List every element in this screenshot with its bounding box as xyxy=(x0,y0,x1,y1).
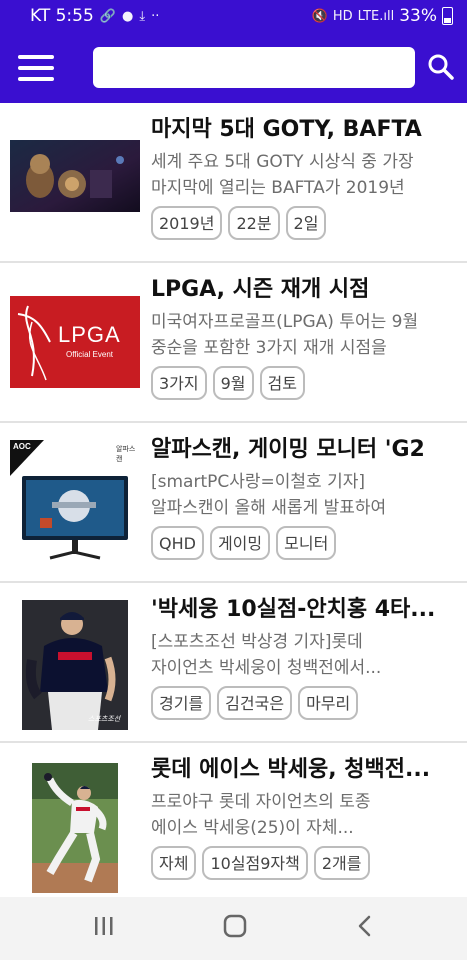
article-title[interactable]: LPGA, 시즌 재개 시점 xyxy=(151,275,456,305)
description-line: [smartPC사랑=이철호 기자] xyxy=(151,472,366,492)
tag-chip[interactable]: 마무리 xyxy=(298,686,359,720)
tag-chip[interactable]: 2019년 xyxy=(151,206,223,240)
search-input[interactable] xyxy=(93,47,415,88)
talk-icon: ● xyxy=(121,8,134,24)
battery-icon xyxy=(442,7,453,25)
description-line: 에이스 박세웅(25)이 자체... xyxy=(151,818,354,838)
tag-chip[interactable]: 9월 xyxy=(212,366,254,400)
lpga-logo-text: LPGA xyxy=(58,322,121,347)
gaming-monitor-thumbnail: AOC 알파스캔 xyxy=(10,440,140,570)
list-item[interactable]: 롯데 에이스 박세웅, 청백전... 프로야구 롯데 자이언츠의 토종 에이스 … xyxy=(0,743,467,903)
search-icon[interactable] xyxy=(425,51,457,83)
tag-chip[interactable]: 자체 xyxy=(151,846,197,880)
mute-icon: 🔇 xyxy=(311,8,328,24)
list-item[interactable]: AOC 알파스캔 알파스캔, 게이밍 모니터 'G2 [smartPC사랑=이철… xyxy=(0,423,467,583)
pitcher-thumbnail xyxy=(32,763,118,893)
lte-signal-icon: LTE.ıll xyxy=(357,8,395,24)
tag-chip[interactable]: 모니터 xyxy=(276,526,337,560)
tag-chip[interactable]: 10실점9자책 xyxy=(202,846,308,880)
tag-chip[interactable]: 김건국은 xyxy=(217,686,293,720)
article-title[interactable]: 알파스캔, 게이밍 모니터 'G2 xyxy=(151,435,456,465)
description-line: 알파스캔이 올해 새롭게 발표하여 xyxy=(151,498,387,518)
link-icon: 🔗 xyxy=(99,8,116,24)
article-title[interactable]: 롯데 에이스 박세웅, 청백전... xyxy=(151,755,456,785)
lpga-logo-subtext: Official Event xyxy=(66,350,113,359)
recents-icon[interactable] xyxy=(92,913,116,943)
list-item[interactable]: LPGA Official Event LPGA, 시즌 재개 시점 미국여자프… xyxy=(0,263,467,423)
tag-chip[interactable]: 22분 xyxy=(228,206,280,240)
carrier-time: KT 5:55 xyxy=(30,6,94,26)
article-description: 세계 주요 5대 GOTY 시상식 중 가장 마지막에 열리는 BAFTA가 2… xyxy=(151,149,456,201)
tag-list: 자체 10실점9자책 2개를 xyxy=(151,846,370,880)
list-item[interactable]: 마지막 5대 GOTY, BAFTA 세계 주요 5대 GOTY 시상식 중 가… xyxy=(0,103,467,263)
status-bar: KT 5:55 🔗 ● ⤓ ·· 🔇 HD LTE.ıll 33% xyxy=(0,0,467,33)
tag-list: 2019년 22분 2일 xyxy=(151,206,327,240)
description-line: 미국여자프로골프(LPGA) 투어는 9월 xyxy=(151,312,419,332)
game-scene-thumbnail xyxy=(10,140,140,212)
tag-chip[interactable]: 경기를 xyxy=(151,686,212,720)
tag-chip[interactable]: 게이밍 xyxy=(209,526,271,560)
sports-chosun-watermark: 스포츠조선 xyxy=(88,715,121,723)
article-description: [smartPC사랑=이철호 기자] 알파스캔이 올해 새롭게 발표하여 xyxy=(151,469,456,521)
network-label: LTE xyxy=(357,8,380,24)
tag-chip[interactable]: 3가지 xyxy=(151,366,207,400)
description-line: 중순을 포함한 3가지 재개 시점을 xyxy=(151,338,387,358)
tag-list: 3가지 9월 검토 xyxy=(151,366,305,400)
description-line: 세계 주요 5대 GOTY 시상식 중 가장 xyxy=(151,152,414,172)
hamburger-menu-icon[interactable] xyxy=(18,55,54,81)
alphascan-logo-text: 알파스캔 xyxy=(116,445,136,463)
system-nav-bar xyxy=(0,897,467,960)
download-off-icon: ⤓ xyxy=(139,8,146,24)
tag-list: 경기를 김건국은 마무리 xyxy=(151,686,359,720)
description-line: 자이언츠 박세웅이 청백전에서... xyxy=(151,658,382,678)
article-description: [스포츠조선 박상경 기자]롯데 자이언츠 박세웅이 청백전에서... xyxy=(151,629,456,681)
tag-chip[interactable]: QHD xyxy=(151,526,204,560)
battery-percent: 33% xyxy=(399,6,437,26)
baseball-player-thumbnail: 스포츠조선 xyxy=(22,600,128,730)
tag-list: QHD 게이밍 모니터 xyxy=(151,526,337,560)
tag-chip[interactable]: 검토 xyxy=(259,366,305,400)
article-description: 프로야구 롯데 자이언츠의 토종 에이스 박세웅(25)이 자체... xyxy=(151,789,456,841)
aoc-logo-text: AOC xyxy=(13,442,31,451)
description-line: [스포츠조선 박상경 기자]롯데 xyxy=(151,632,363,652)
description-line: 마지막에 열리는 BAFTA가 2019년 xyxy=(151,178,405,198)
description-line: 프로야구 롯데 자이언츠의 토종 xyxy=(151,792,371,812)
back-icon[interactable] xyxy=(354,913,376,943)
home-icon[interactable] xyxy=(222,913,248,943)
more-dots-icon: ·· xyxy=(151,8,160,24)
lpga-logo-thumbnail: LPGA Official Event xyxy=(10,296,140,388)
list-item[interactable]: 스포츠조선 '박세웅 10실점-안치홍 4타... [스포츠조선 박상경 기자]… xyxy=(0,583,467,743)
article-title[interactable]: 마지막 5대 GOTY, BAFTA xyxy=(151,115,456,145)
tag-chip[interactable]: 2개를 xyxy=(313,846,370,880)
article-description: 미국여자프로골프(LPGA) 투어는 9월 중순을 포함한 3가지 재개 시점을 xyxy=(151,309,456,361)
hd-icon: HD xyxy=(332,8,353,24)
tag-chip[interactable]: 2일 xyxy=(285,206,327,240)
app-bar xyxy=(0,33,467,103)
article-title[interactable]: '박세웅 10실점-안치홍 4타... xyxy=(151,595,456,625)
